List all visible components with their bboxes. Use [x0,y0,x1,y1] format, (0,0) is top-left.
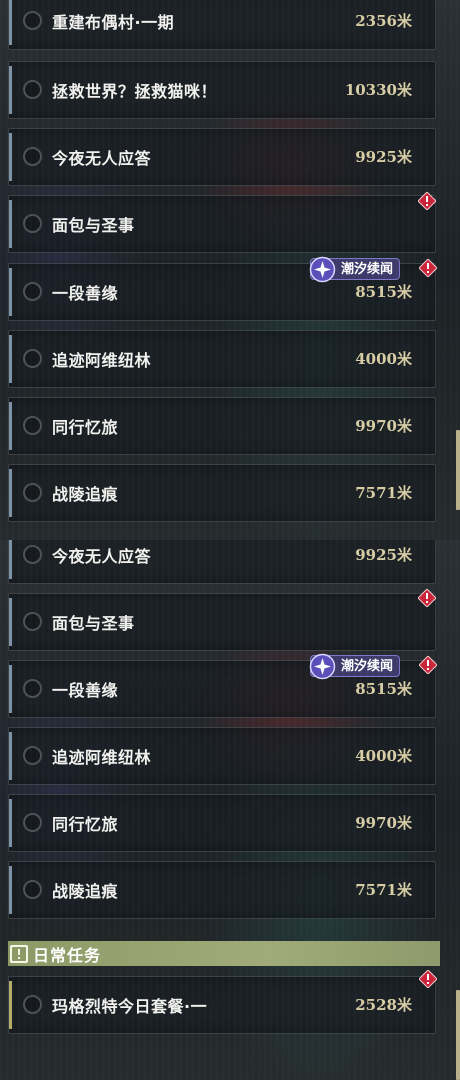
quest-distance: 8515米 [355,283,412,301]
warning-diamond-icon [418,192,436,210]
quest-name: 一段善缘 [52,681,119,700]
quest-item[interactable]: 今夜无人应答 9925米 [8,128,436,186]
quest-track-radio[interactable] [23,147,42,166]
exclamation-box-icon [10,945,28,963]
quest-name: 战陵追痕 [52,485,119,504]
tidal-sparkle-icon [309,256,336,283]
quest-name: 同行忆旅 [52,815,119,834]
quest-item[interactable]: 面包与圣事 [8,195,436,253]
scrollbar-thumb[interactable] [456,430,460,510]
quest-item[interactable]: 重建布偶村·一期 2356米 [8,0,436,50]
warning-diamond-icon [419,656,437,674]
quest-track-radio[interactable] [23,746,42,765]
quest-name: 面包与圣事 [52,614,135,633]
quest-name: 追迹阿维纽林 [52,748,152,767]
quest-distance: 9970米 [355,814,412,832]
quest-accent-bar [9,981,12,1029]
quest-track-radio[interactable] [23,813,42,832]
tag-label: 潮汐续闻 [341,659,394,674]
quest-name: 拯救世界？拯救猫咪！ [52,82,218,101]
quest-track-radio[interactable] [23,545,42,564]
quest-track-radio[interactable] [23,80,42,99]
quest-accent-bar [9,402,12,450]
quest-item[interactable]: 拯救世界？拯救猫咪！ 10330米 [8,61,436,119]
quest-accent-bar [9,0,12,45]
quest-track-radio[interactable] [23,995,42,1014]
quest-accent-bar [9,133,12,181]
quest-distance: 9925米 [355,546,412,564]
quest-item[interactable]: 战陵追痕 7571米 [8,464,436,522]
section-title: 日常任务 [33,946,102,965]
quest-accent-bar [9,799,12,847]
quest-accent-bar [9,335,12,383]
quest-name: 今夜无人应答 [52,149,152,168]
quest-distance: 4000米 [355,747,412,765]
quest-distance: 4000米 [355,350,412,368]
quest-accent-bar [9,469,12,517]
tidal-sequel-tag: 潮汐续闻 [309,653,401,680]
quest-item[interactable]: 今夜无人应答 9925米 [8,540,436,584]
quest-distance: 2356米 [355,12,412,30]
quest-name: 同行忆旅 [52,418,119,437]
quest-item[interactable]: 追迹阿维纽林 4000米 [8,727,436,785]
quest-item[interactable]: 面包与圣事 [8,593,436,651]
quest-item[interactable]: 同行忆旅 9970米 [8,397,436,455]
quest-name: 追迹阿维纽林 [52,351,152,370]
tidal-sparkle-icon [309,653,336,680]
quest-track-radio[interactable] [23,214,42,233]
quest-item[interactable]: 玛格烈特今日套餐·一 2528米 [8,976,436,1034]
quest-track-radio[interactable] [23,612,42,631]
tidal-sequel-tag: 潮汐续闻 [309,256,401,283]
quest-accent-bar [9,540,12,579]
quest-name: 玛格烈特今日套餐·一 [52,997,208,1016]
warning-diamond-icon [418,589,436,607]
quest-track-radio[interactable] [23,483,42,502]
warning-diamond-icon [419,259,437,277]
quest-accent-bar [9,200,12,248]
quest-track-radio[interactable] [23,679,42,698]
quest-accent-bar [9,665,12,713]
quest-accent-bar [9,598,12,646]
scrollbar-thumb[interactable] [456,990,460,1080]
quest-name: 战陵追痕 [52,882,119,901]
quest-list-panel-bottom: 今夜无人应答 9925米 面包与圣事 一段善缘 8515米 潮汐续闻 追迹阿维纽… [0,540,460,1080]
quest-name: 今夜无人应答 [52,547,152,566]
quest-accent-bar [9,866,12,914]
quest-item[interactable]: 追迹阿维纽林 4000米 [8,330,436,388]
quest-distance: 2528米 [355,996,412,1014]
quest-track-radio[interactable] [23,416,42,435]
quest-track-radio[interactable] [23,880,42,899]
quest-item[interactable]: 同行忆旅 9970米 [8,794,436,852]
quest-accent-bar [9,66,12,114]
quest-name: 重建布偶村·一期 [52,13,175,32]
quest-distance: 7571米 [355,484,412,502]
quest-accent-bar [9,268,12,316]
quest-name: 一段善缘 [52,284,119,303]
quest-track-radio[interactable] [23,11,42,30]
quest-distance: 8515米 [355,680,412,698]
quest-track-radio[interactable] [23,282,42,301]
quest-distance: 9925米 [355,148,412,166]
quest-name: 面包与圣事 [52,216,135,235]
quest-distance: 10330米 [344,81,412,99]
quest-distance: 9970米 [355,417,412,435]
quest-accent-bar [9,732,12,780]
quest-track-radio[interactable] [23,349,42,368]
daily-tasks-section-header[interactable]: 日常任务 [8,941,440,966]
quest-distance: 7571米 [355,881,412,899]
quest-list-panel-top: 重建布偶村·一期 2356米 拯救世界？拯救猫咪！ 10330米 今夜无人应答 … [0,0,460,540]
tag-label: 潮汐续闻 [341,262,394,277]
warning-diamond-icon [419,970,437,988]
quest-item[interactable]: 战陵追痕 7571米 [8,861,436,919]
